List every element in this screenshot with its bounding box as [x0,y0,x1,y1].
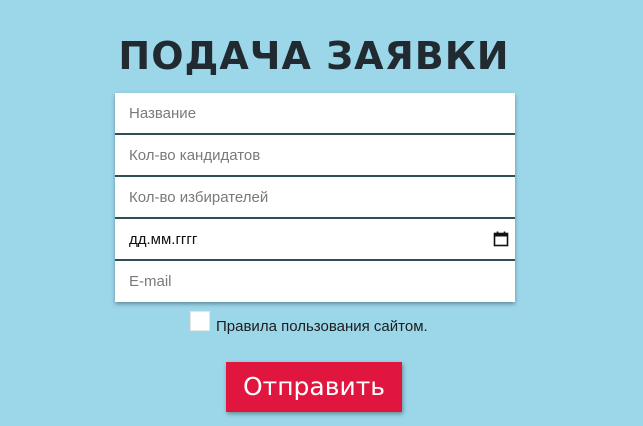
candidates-count-field[interactable]: Кол-во кандидатов [115,135,515,177]
voters-count-field[interactable]: Кол-во избирателей [115,177,515,219]
date-field-value: дд.мм.гггг [129,231,198,248]
submit-button[interactable]: Отправить [226,362,402,412]
name-field-placeholder: Название [129,105,197,122]
terms-agreement: Правила пользования сайтом. [190,311,428,335]
email-field-placeholder: E-mail [129,273,172,290]
page-title: ПОДАЧА ЗАЯВКИ [118,34,510,78]
calendar-icon[interactable] [493,231,509,247]
voters-count-placeholder: Кол-во избирателей [129,189,269,206]
application-form: Название Кол-во кандидатов Кол-во избира… [115,93,515,302]
name-field[interactable]: Название [115,93,515,135]
candidates-count-placeholder: Кол-во кандидатов [129,147,261,164]
date-field[interactable]: дд.мм.гггг [115,219,515,261]
terms-label[interactable]: Правила пользования сайтом. [216,318,428,335]
email-field[interactable]: E-mail [115,261,515,302]
terms-checkbox[interactable] [190,311,210,331]
